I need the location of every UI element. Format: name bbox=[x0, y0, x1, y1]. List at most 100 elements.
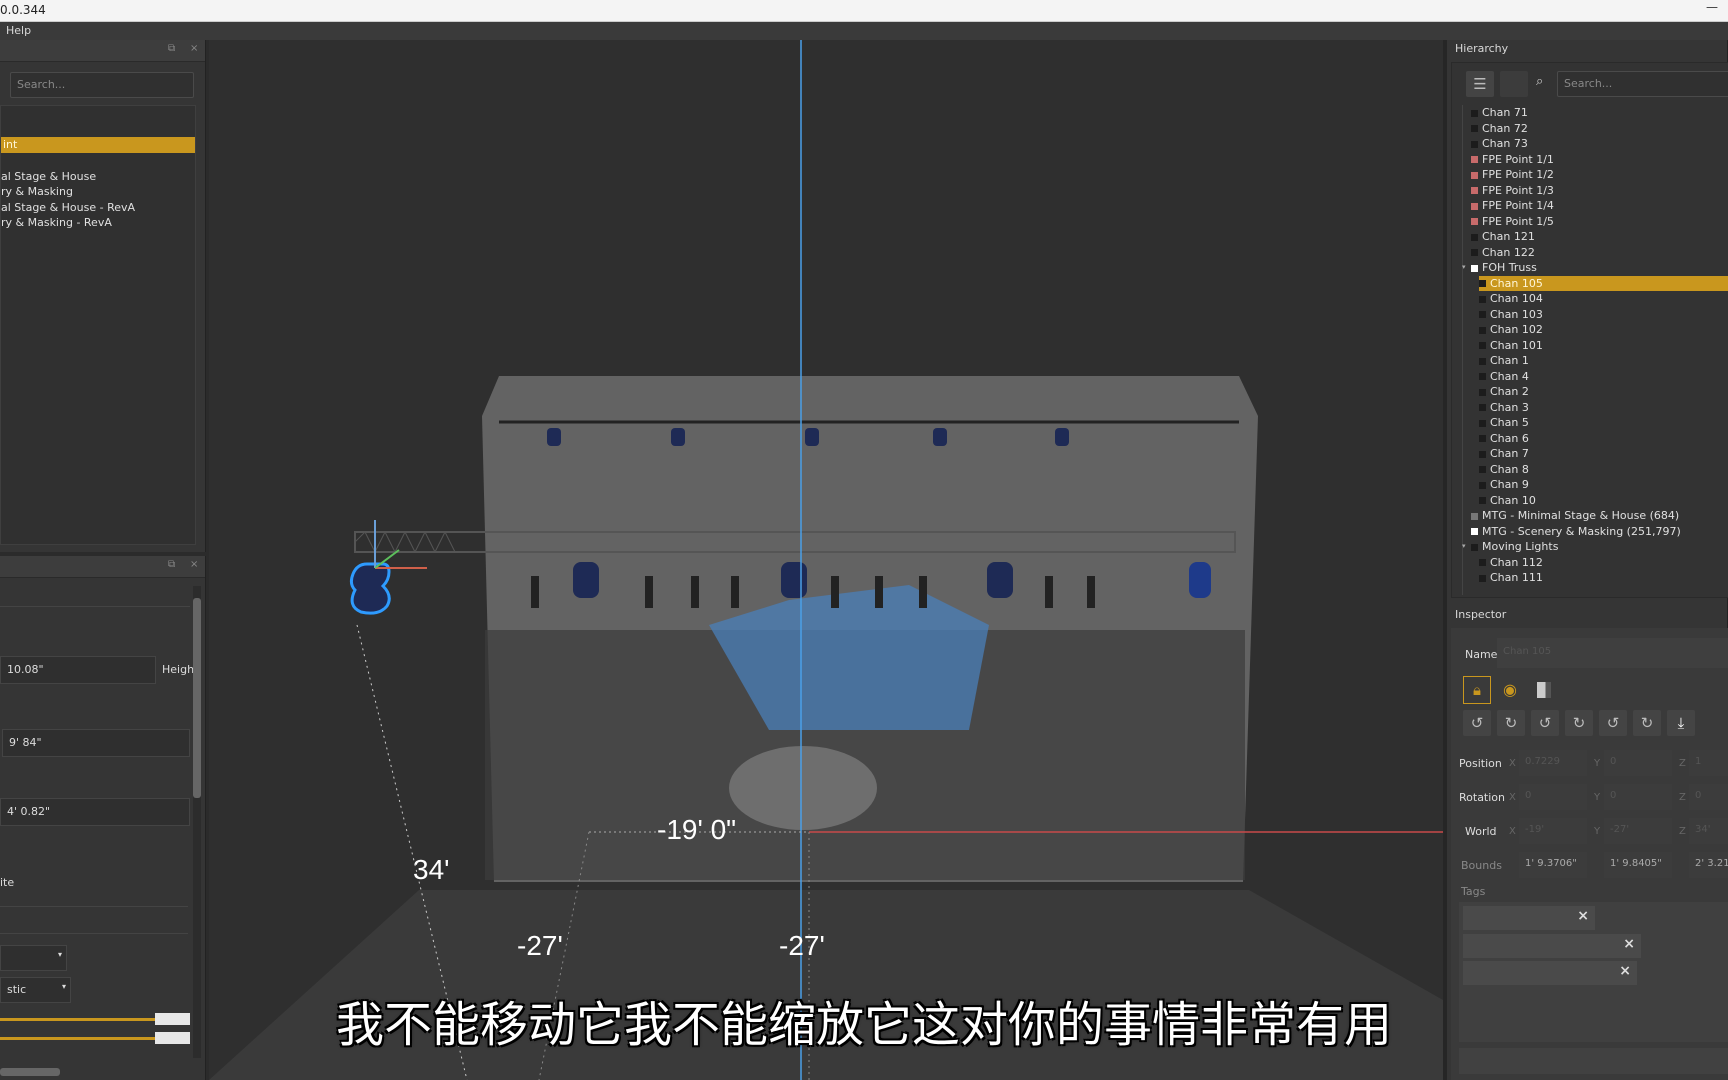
color-swatch-icon bbox=[1479, 497, 1486, 504]
hierarchy-item-label: Chan 1 bbox=[1490, 354, 1529, 367]
hierarchy-item[interactable]: Chan 101 bbox=[1479, 338, 1728, 354]
rotate-cw-icon[interactable]: ↻ bbox=[1633, 710, 1661, 736]
hierarchy-item[interactable]: Chan 102 bbox=[1479, 322, 1728, 338]
menu-help[interactable]: Help bbox=[6, 24, 31, 37]
x-label: X bbox=[1509, 826, 1516, 837]
rotate-ccw-icon[interactable]: ↺ bbox=[1599, 710, 1627, 736]
drop-to-floor-icon[interactable]: ⤓ bbox=[1667, 710, 1695, 736]
rotation-z[interactable]: 0 bbox=[1689, 784, 1728, 810]
hierarchy-item-label: Chan 111 bbox=[1490, 571, 1543, 584]
hierarchy-item[interactable]: Chan 8 bbox=[1479, 462, 1728, 478]
menu-icon[interactable]: ☰ bbox=[1466, 71, 1494, 97]
rotation-y[interactable]: 0 bbox=[1604, 784, 1672, 810]
width-field[interactable]: 10.08" bbox=[0, 656, 156, 684]
hierarchy-item[interactable]: Chan 112 bbox=[1479, 555, 1728, 571]
hierarchy-item[interactable]: FPE Point 1/4 bbox=[1471, 198, 1728, 214]
hierarchy-item-label: Chan 2 bbox=[1490, 385, 1529, 398]
expand-icon[interactable]: ▾ bbox=[1462, 260, 1466, 276]
height-label: Heigh bbox=[162, 663, 195, 676]
hierarchy-item[interactable]: Chan 9 bbox=[1479, 477, 1728, 493]
name-field[interactable]: Chan 105 bbox=[1497, 638, 1728, 668]
hierarchy-item[interactable]: Chan 111 bbox=[1479, 570, 1728, 586]
hierarchy-item[interactable]: Chan 10 bbox=[1479, 493, 1728, 509]
close-icon[interactable]: × bbox=[1619, 963, 1631, 979]
hierarchy-item[interactable]: Chan 104 bbox=[1479, 291, 1728, 307]
hierarchy-item[interactable]: Chan 1 bbox=[1479, 353, 1728, 369]
list-item[interactable]: al Stage & House bbox=[1, 169, 96, 185]
color-swatch-icon bbox=[1471, 171, 1478, 179]
color-swatch-icon bbox=[1471, 528, 1478, 535]
expand-icon[interactable]: ▾ bbox=[1462, 539, 1466, 555]
filter-button[interactable] bbox=[1500, 71, 1528, 97]
close-icon[interactable]: × bbox=[190, 559, 198, 570]
value-field[interactable]: 9' 84" bbox=[2, 729, 190, 757]
position-z[interactable]: 1 bbox=[1689, 750, 1728, 776]
hierarchy-item[interactable]: Chan 103 bbox=[1479, 307, 1728, 323]
selected-fixture[interactable] bbox=[349, 562, 391, 615]
world-x[interactable]: -19' bbox=[1519, 818, 1587, 844]
divider bbox=[0, 933, 188, 934]
world-z[interactable]: 34' bbox=[1689, 818, 1728, 844]
hierarchy-search-input[interactable]: Search... bbox=[1557, 71, 1728, 97]
float-icon[interactable]: ⧉ bbox=[168, 559, 175, 570]
horizontal-scrollbar[interactable] bbox=[0, 1068, 60, 1076]
hierarchy-item[interactable]: Chan 121 bbox=[1471, 229, 1728, 245]
hierarchy-title: Hierarchy bbox=[1455, 42, 1509, 55]
world-y[interactable]: -27' bbox=[1604, 818, 1672, 844]
hierarchy-item-label: Chan 105 bbox=[1490, 276, 1543, 290]
rotation-label: Rotation bbox=[1459, 791, 1506, 804]
hierarchy-item[interactable]: Chan 6 bbox=[1479, 431, 1728, 447]
color-swatch-icon bbox=[1471, 187, 1478, 194]
hierarchy-item[interactable]: Chan 122 bbox=[1471, 245, 1728, 261]
hierarchy-item[interactable]: MTG - Minimal Stage & House (684) bbox=[1471, 508, 1728, 524]
close-icon[interactable]: × bbox=[190, 43, 198, 54]
position-x[interactable]: 0.7229 bbox=[1519, 750, 1587, 776]
hierarchy-item[interactable]: Chan 7 bbox=[1479, 446, 1728, 462]
hierarchy-item[interactable]: Chan 4 bbox=[1479, 369, 1728, 385]
hierarchy-item[interactable]: ▾ Moving Lights bbox=[1462, 539, 1728, 555]
hierarchy-item[interactable]: FPE Point 1/2 bbox=[1471, 167, 1728, 183]
close-icon[interactable]: × bbox=[1577, 908, 1589, 924]
divider bbox=[0, 606, 190, 607]
color-swatch-icon bbox=[1471, 264, 1478, 272]
hierarchy-item-label: Chan 4 bbox=[1490, 369, 1529, 383]
rotation-x[interactable]: 0 bbox=[1519, 784, 1587, 810]
rotate-ccw-icon[interactable]: ↺ bbox=[1531, 710, 1559, 736]
rotate-cw-icon[interactable]: ↻ bbox=[1565, 710, 1593, 736]
list-item[interactable]: ry & Masking - RevA bbox=[1, 215, 112, 231]
hierarchy-item[interactable]: ▾ FOH Truss bbox=[1462, 260, 1728, 276]
left-search-input[interactable]: Search... bbox=[10, 72, 194, 98]
hierarchy-item[interactable]: Chan 71 bbox=[1471, 105, 1728, 121]
x-label: X bbox=[1509, 758, 1516, 769]
hierarchy-item[interactable]: Chan 105 bbox=[1479, 275, 1728, 291]
hierarchy-item[interactable]: FPE Point 1/5 bbox=[1471, 214, 1728, 230]
hierarchy-item[interactable]: Chan 72 bbox=[1471, 121, 1728, 137]
hierarchy-item[interactable]: Chan 5 bbox=[1479, 415, 1728, 431]
minimize-button[interactable]: — bbox=[1706, 0, 1718, 14]
hierarchy-item[interactable]: Chan 3 bbox=[1479, 400, 1728, 416]
list-item[interactable]: al Stage & House - RevA bbox=[1, 200, 135, 216]
rotate-ccw-icon[interactable]: ↺ bbox=[1463, 710, 1491, 736]
hierarchy-item[interactable]: Chan 2 bbox=[1479, 384, 1728, 400]
color-swatch-icon bbox=[1479, 450, 1486, 458]
close-icon[interactable]: × bbox=[1623, 936, 1635, 952]
name-label: Name bbox=[1465, 648, 1498, 661]
hierarchy-item[interactable]: FPE Point 1/1 bbox=[1471, 152, 1728, 168]
position-y[interactable]: 0 bbox=[1604, 750, 1672, 776]
lock-icon[interactable]: 🔒︎ bbox=[1463, 676, 1491, 704]
3d-viewport[interactable]: -19' 0" 34' -27' -27' bbox=[209, 40, 1443, 1080]
visibility-toggle-icon[interactable] bbox=[1537, 682, 1551, 698]
value-field[interactable]: 4' 0.82" bbox=[0, 798, 190, 826]
float-icon[interactable]: ⧉ bbox=[168, 43, 175, 54]
hierarchy-item[interactable]: FPE Point 1/3 bbox=[1471, 183, 1728, 199]
hierarchy-item[interactable]: Chan 73 bbox=[1471, 136, 1728, 152]
divider bbox=[0, 906, 188, 907]
scrollbar-thumb[interactable] bbox=[193, 598, 201, 798]
list-item[interactable]: ry & Masking bbox=[1, 184, 73, 200]
eye-icon[interactable]: ◉ bbox=[1503, 680, 1517, 699]
hierarchy-tree: Chan 71 Chan 72 Chan 73 FPE Point 1/1 FPE Po… bbox=[1462, 105, 1728, 595]
list-item-selected[interactable]: int bbox=[1, 137, 195, 153]
hierarchy-item[interactable]: MTG - Scenery & Masking (251,797) bbox=[1471, 524, 1728, 540]
rotate-cw-icon[interactable]: ↻ bbox=[1497, 710, 1525, 736]
dropdown[interactable]: ▾ bbox=[0, 945, 67, 971]
